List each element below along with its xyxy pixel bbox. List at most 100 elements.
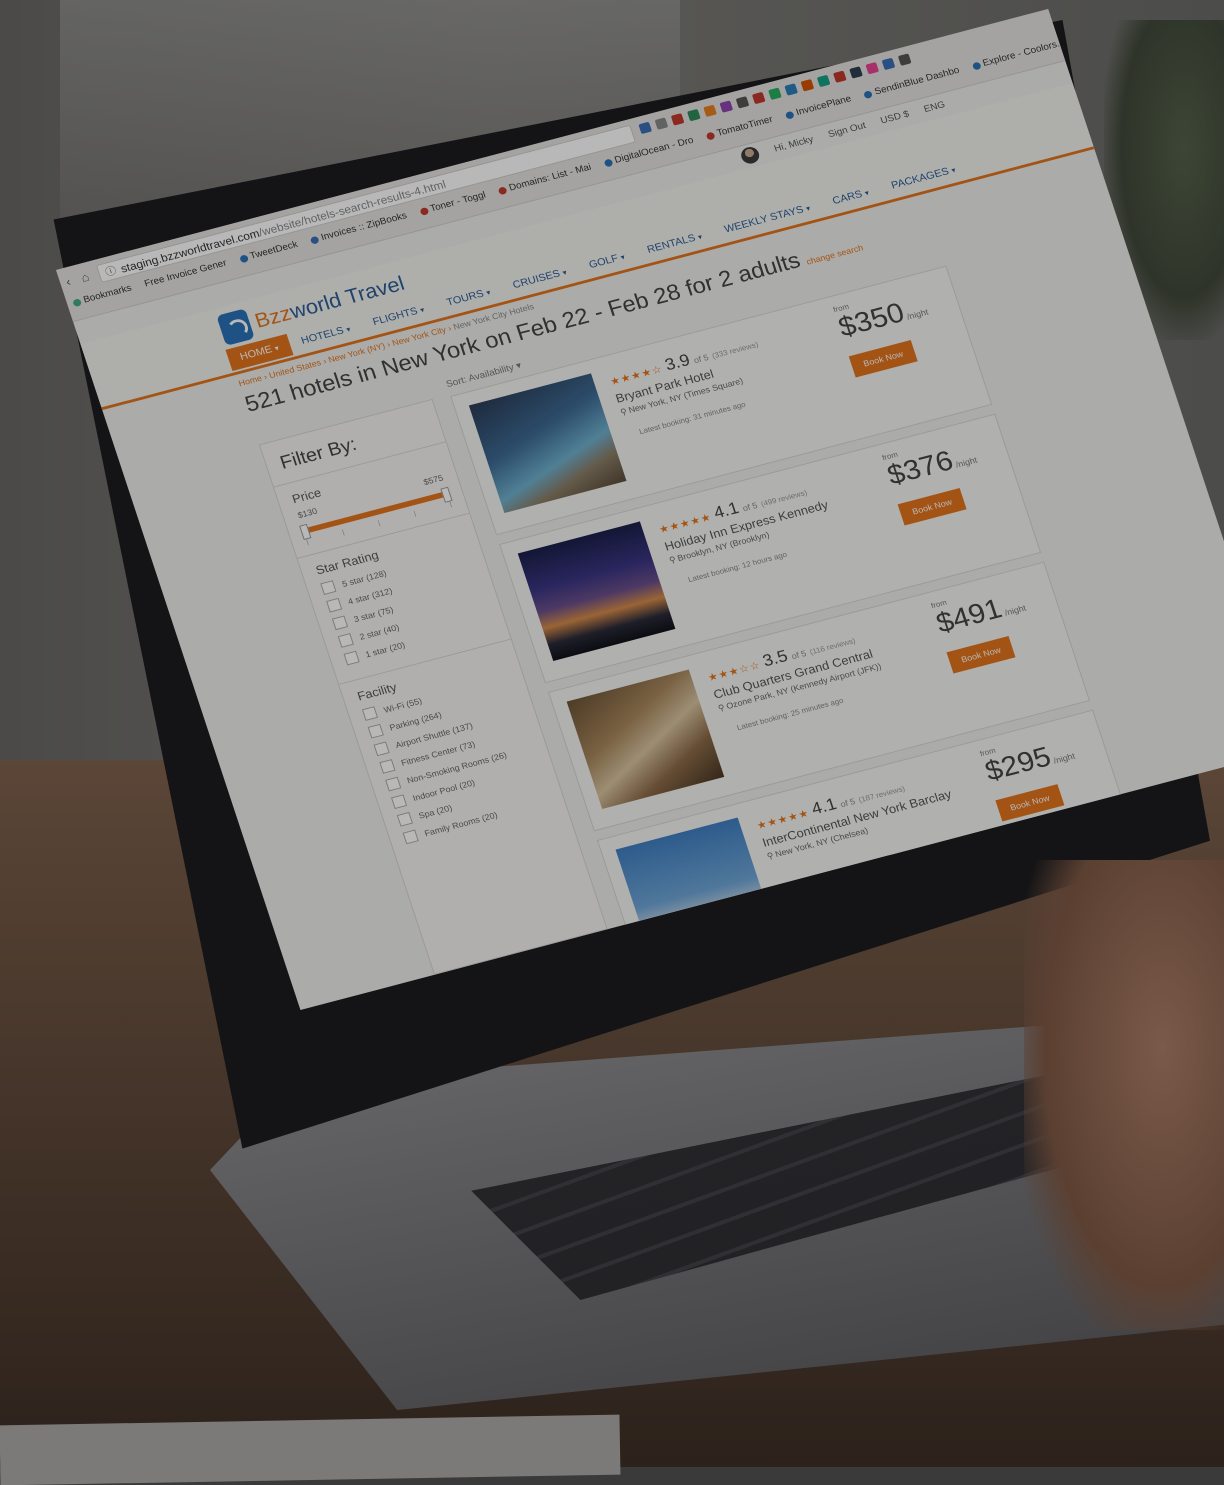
- extension-icon[interactable]: [735, 96, 750, 109]
- nav-weekly-stays[interactable]: WEEKLY STAYS▾: [710, 194, 825, 244]
- rating-score: 4.1: [711, 498, 742, 523]
- chevron-down-icon: ▾: [696, 232, 704, 242]
- extension-icon[interactable]: [784, 83, 799, 96]
- hotel-photo[interactable]: [468, 373, 627, 514]
- checkbox[interactable]: [320, 580, 337, 595]
- price-block: from $376/night Book Now: [881, 427, 1010, 526]
- option-label: 2 star (40): [358, 622, 401, 642]
- signout-link[interactable]: Sign Out: [827, 120, 867, 139]
- nav-label: RENTALS: [645, 232, 697, 256]
- extension-icon[interactable]: [703, 104, 717, 118]
- checkbox[interactable]: [367, 723, 384, 739]
- nav-golf[interactable]: GOLF▾: [574, 243, 639, 279]
- extension-icon[interactable]: [751, 91, 766, 105]
- hotel-photo[interactable]: [517, 521, 676, 662]
- slider-max-handle[interactable]: [440, 486, 453, 503]
- checkbox[interactable]: [402, 829, 419, 845]
- extension-icon[interactable]: [800, 79, 815, 92]
- slider-min-handle[interactable]: [299, 523, 312, 540]
- chevron-down-icon: ▾: [804, 204, 812, 214]
- checkbox[interactable]: [326, 597, 343, 613]
- rating-scale: of 5: [692, 352, 710, 366]
- menu-icon[interactable]: [897, 53, 912, 66]
- rating-scale: of 5: [741, 500, 759, 514]
- checkbox[interactable]: [379, 759, 396, 774]
- chevron-down-icon: ▾: [514, 360, 523, 372]
- checkbox[interactable]: [373, 741, 390, 757]
- checkbox[interactable]: [361, 706, 379, 721]
- nav-label: PACKAGES: [889, 165, 951, 192]
- option-label: Spa (20): [417, 802, 454, 821]
- hotel-photo[interactable]: [615, 817, 774, 958]
- extension-icon[interactable]: [768, 87, 782, 100]
- rating-score: 3.9: [662, 350, 693, 375]
- option-label: 3 star (75): [352, 604, 395, 624]
- nav-rentals[interactable]: RENTALS▾: [633, 222, 717, 263]
- price-min: $130: [296, 506, 319, 521]
- book-now-button[interactable]: Book Now: [848, 340, 918, 378]
- change-search-link[interactable]: change search: [805, 243, 864, 267]
- checkbox[interactable]: [337, 633, 354, 648]
- info-icon: ⓘ: [104, 265, 119, 279]
- extension-icon[interactable]: [832, 70, 847, 83]
- star-icon[interactable]: [654, 117, 669, 130]
- nav-packages[interactable]: PACKAGES▾: [877, 156, 971, 200]
- avatar[interactable]: [739, 145, 762, 166]
- extension-icon[interactable]: [670, 113, 685, 126]
- greeting[interactable]: Hi, Micky: [773, 134, 815, 154]
- review-count[interactable]: (333 reviews): [711, 340, 759, 360]
- nav-label: CRUISES: [511, 268, 562, 291]
- map-pin-icon: ⚲: [619, 406, 629, 417]
- checkbox[interactable]: [343, 650, 360, 666]
- map-pin-icon: ⚲: [716, 702, 727, 713]
- chevron-down-icon: ▾: [950, 165, 957, 175]
- rating-score: 4.1: [809, 794, 839, 819]
- extension-icon[interactable]: [816, 74, 831, 88]
- nav-cruises[interactable]: CRUISES▾: [498, 258, 581, 299]
- rating-scale: of 5: [839, 796, 857, 810]
- invoiceplane-icon: [784, 110, 795, 120]
- bookmark-item[interactable]: TomatoTimer: [705, 114, 774, 141]
- book-now-button[interactable]: Book Now: [897, 488, 967, 526]
- book-now-button[interactable]: Book Now: [946, 636, 1016, 674]
- home-icon[interactable]: ⌂: [79, 270, 91, 285]
- price-unit: /night: [905, 307, 930, 322]
- back-icon[interactable]: ‹: [64, 274, 73, 288]
- extension-icon[interactable]: [638, 121, 653, 135]
- price-block: from $350/night Book Now: [832, 279, 961, 378]
- chevron-down-icon: ▾: [273, 343, 281, 353]
- nav-label: HOME: [238, 343, 274, 363]
- currency-select[interactable]: USD $: [879, 109, 910, 126]
- map-pin-icon: ⚲: [667, 554, 678, 565]
- checkbox[interactable]: [331, 615, 349, 631]
- price-unit: /night: [1052, 751, 1077, 766]
- domains-icon: [497, 185, 508, 195]
- language-select[interactable]: ENG: [923, 99, 947, 114]
- nav-label: WEEKLY STAYS: [722, 204, 806, 236]
- extension-icon[interactable]: [849, 66, 863, 79]
- book-now-button[interactable]: Book Now: [995, 784, 1065, 822]
- toggl-icon: [418, 206, 429, 216]
- bookmark-folder[interactable]: Other: [1081, 24, 1119, 43]
- checkbox[interactable]: [385, 776, 402, 792]
- nav-label: FLIGHTS: [371, 305, 420, 328]
- breadcrumb-link[interactable]: Home: [237, 373, 263, 388]
- extension-icon[interactable]: [865, 61, 880, 75]
- nav-label: GOLF: [587, 252, 620, 271]
- nav-cars[interactable]: CARS▾: [818, 179, 884, 216]
- tweetdeck-icon: [238, 253, 249, 263]
- bookmark-item[interactable]: Bookmarks: [72, 283, 133, 308]
- bookmark-item[interactable]: InvoicePlane: [784, 94, 853, 121]
- rating-score: 3.5: [760, 646, 790, 671]
- chevron-down-icon: ▾: [619, 252, 627, 262]
- extension-icon[interactable]: [719, 100, 734, 113]
- chevron-down-icon: ▾: [561, 268, 568, 278]
- checkbox[interactable]: [396, 811, 413, 827]
- extension-icon[interactable]: [687, 108, 701, 122]
- checkbox[interactable]: [390, 794, 408, 810]
- chevron-down-icon: ▾: [419, 305, 426, 315]
- hotel-photo[interactable]: [566, 669, 725, 810]
- extension-icon[interactable]: [881, 57, 896, 71]
- price-block: from $491/night Book Now: [930, 575, 1059, 674]
- bookmark-icon: [72, 297, 83, 307]
